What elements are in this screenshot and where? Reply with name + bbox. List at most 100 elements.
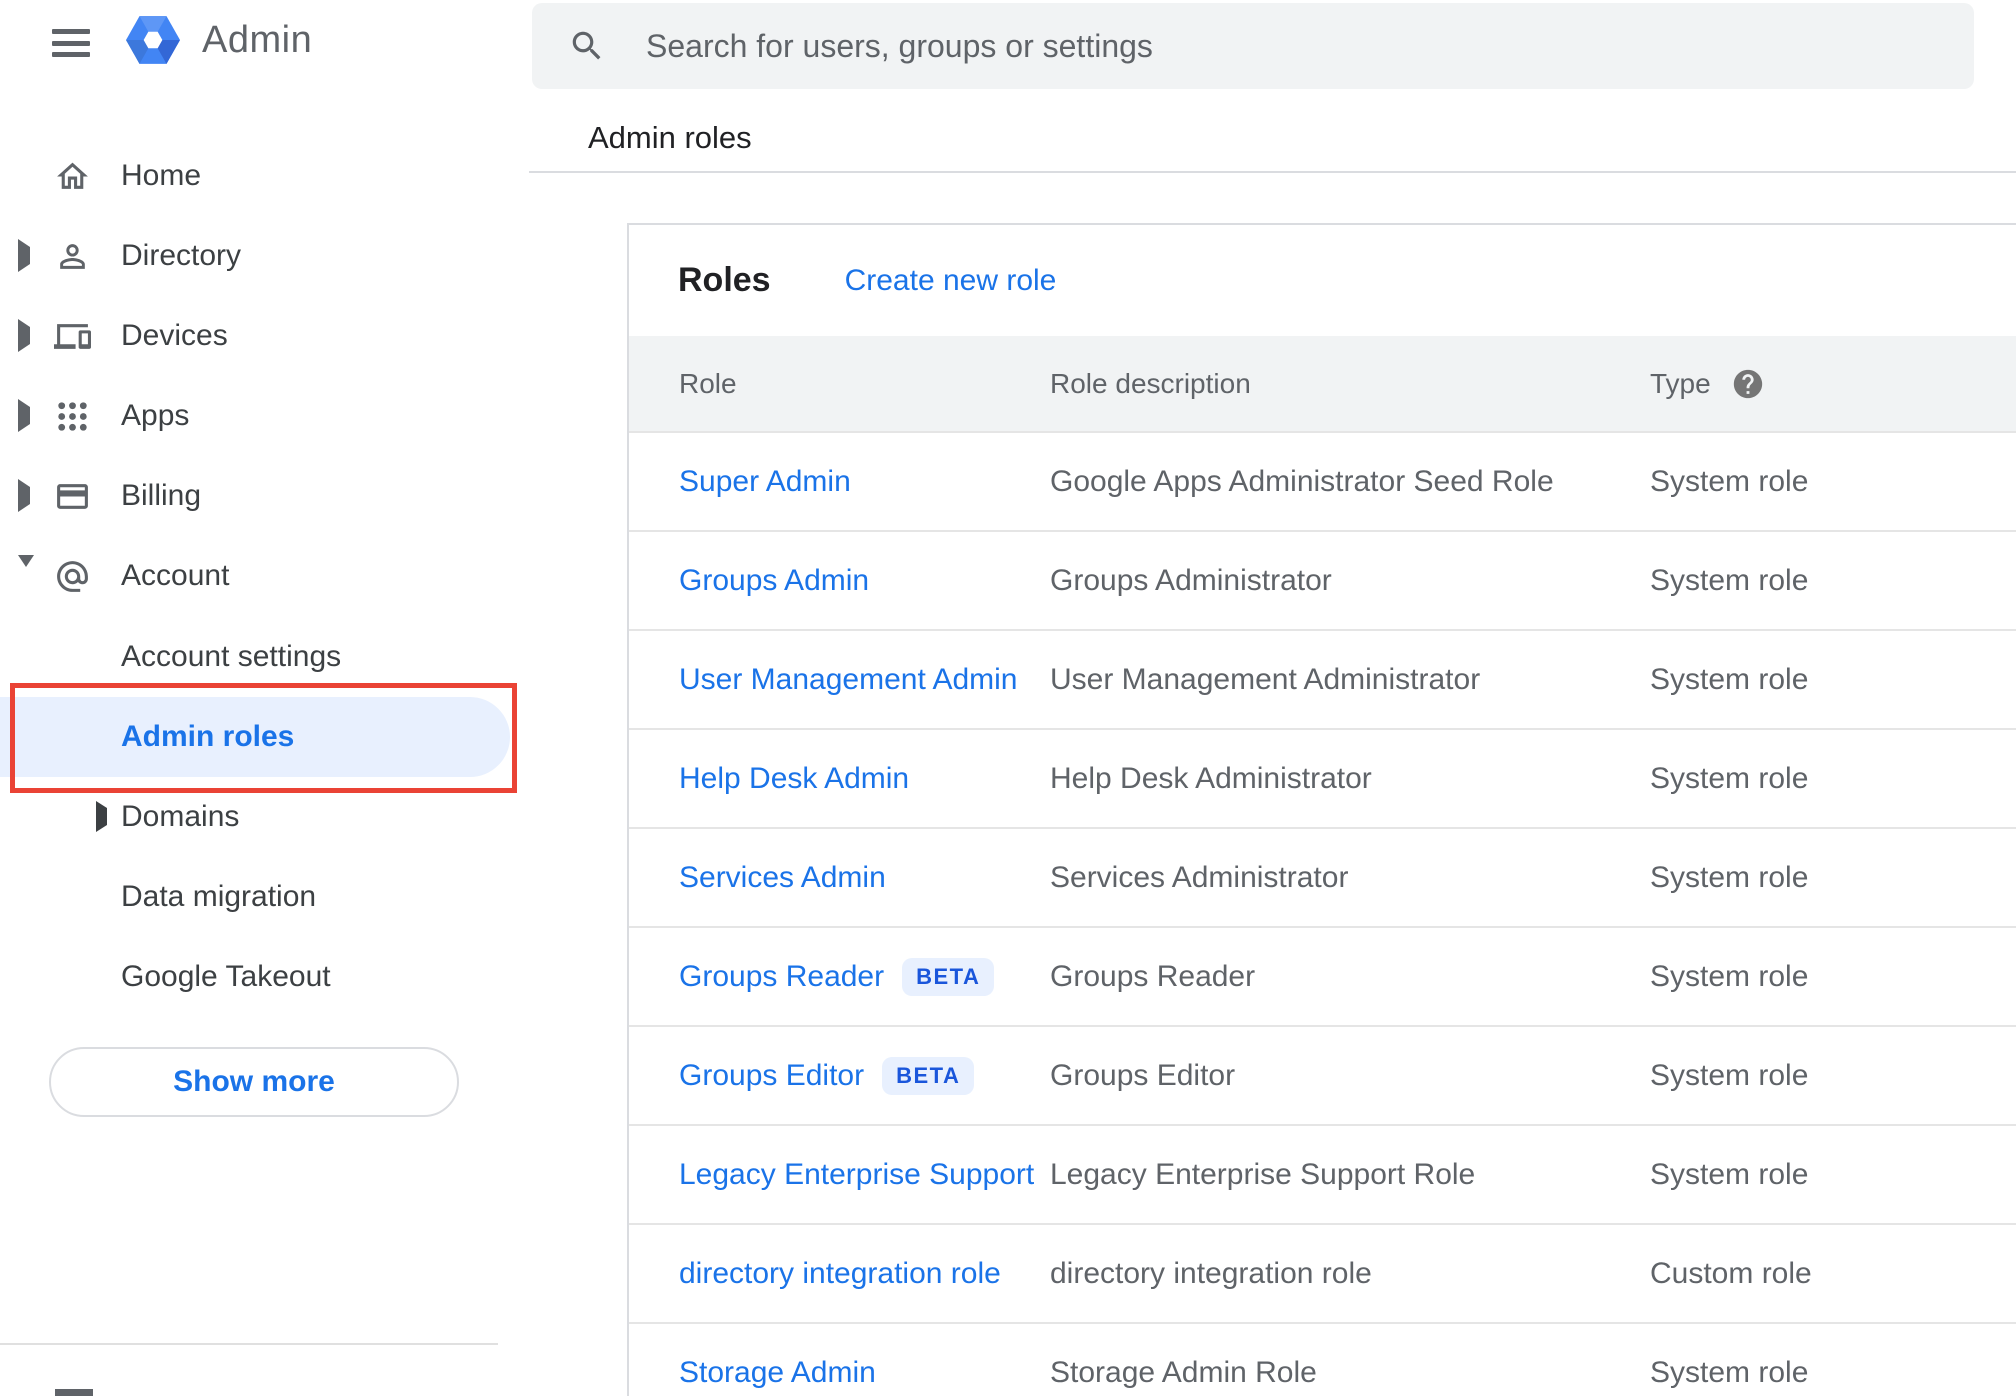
sidebar-item-apps[interactable]: Apps	[0, 376, 529, 456]
logo-text: Admin	[202, 18, 313, 61]
apps-grid-icon	[52, 396, 92, 436]
beta-badge: BETA	[902, 957, 995, 996]
sidebar-item-label: Apps	[121, 399, 190, 432]
sidebar-subitem-admin-roles[interactable]: Admin roles	[0, 697, 529, 777]
hamburger-menu-icon[interactable]	[52, 29, 90, 57]
role-link[interactable]: Storage Admin	[679, 1356, 876, 1390]
column-header-type: Type	[1650, 367, 1711, 399]
role-description: Help Desk Administrator	[1050, 761, 1372, 795]
beta-badge: BETA	[882, 1056, 975, 1095]
role-cell: Groups Reader BETA	[679, 957, 1050, 996]
create-new-role-link[interactable]: Create new role	[845, 264, 1057, 298]
admin-logo[interactable]: Admin	[126, 16, 312, 64]
role-description: Legacy Enterprise Support Role	[1050, 1157, 1476, 1191]
role-link[interactable]: Services Admin	[679, 861, 886, 895]
role-link[interactable]: Groups Editor	[679, 1059, 864, 1093]
partial-bottom-icon	[55, 1389, 93, 1396]
sidebar-item-billing[interactable]: Billing	[0, 456, 529, 536]
sidebar-item-label: Billing	[121, 479, 202, 512]
role-cell: Super Admin	[679, 465, 1050, 499]
at-sign-icon	[52, 556, 92, 596]
sidebar-subitem-google-takeout[interactable]: Google Takeout	[0, 937, 529, 1017]
role-cell: Groups Admin	[679, 564, 1050, 598]
sidebar-item-home[interactable]: Home	[0, 136, 529, 216]
table-row: Groups Admin Groups Administrator System r…	[629, 530, 2016, 629]
search-input[interactable]	[532, 3, 1974, 89]
role-description: directory integration role	[1050, 1256, 1372, 1290]
devices-icon	[52, 316, 92, 356]
search-bar[interactable]	[532, 3, 1974, 89]
table-row: Storage Admin Storage Admin Role System ro…	[629, 1322, 2016, 1396]
role-description: Storage Admin Role	[1050, 1355, 1317, 1389]
admin-hexagon-icon	[126, 16, 180, 64]
role-cell: Services Admin	[679, 861, 1050, 895]
role-link[interactable]: Groups Reader	[679, 960, 884, 994]
show-more-button[interactable]: Show more	[49, 1047, 459, 1117]
sidebar-subitem-label: Admin roles	[121, 720, 295, 753]
page-title: Roles	[678, 261, 771, 299]
sidebar-item-label: Account	[121, 559, 230, 592]
table-row: Legacy Enterprise Support Legacy Enterpri…	[629, 1124, 2016, 1223]
role-link[interactable]: Help Desk Admin	[679, 762, 909, 796]
sidebar-subitem-label: Google Takeout	[121, 960, 331, 993]
role-type: System role	[1650, 959, 1809, 993]
sidebar-subitem-label: Data migration	[121, 880, 317, 913]
sidebar-nav: Home Directory Devices Apps Billing Account	[0, 136, 529, 616]
role-description: User Management Administrator	[1050, 662, 1481, 696]
table-row: Groups Reader BETA Groups Reader System rol…	[629, 926, 2016, 1025]
role-type: System role	[1650, 1157, 1809, 1191]
role-cell: Help Desk Admin	[679, 762, 1050, 796]
sidebar-item-label: Directory	[121, 239, 242, 272]
role-type: System role	[1650, 464, 1809, 498]
role-cell: User Management Admin	[679, 663, 1050, 697]
role-description: Groups Administrator	[1050, 563, 1332, 597]
expand-arrow-icon[interactable]	[96, 801, 107, 832]
sidebar-divider	[0, 1343, 498, 1345]
role-type: System role	[1650, 761, 1809, 795]
role-link[interactable]: Legacy Enterprise Support	[679, 1158, 1034, 1192]
sidebar-item-label: Devices	[121, 319, 228, 352]
role-cell: directory integration role	[679, 1257, 1050, 1291]
sidebar-subitem-account-settings[interactable]: Account settings	[0, 617, 529, 697]
credit-card-icon	[52, 476, 92, 516]
sidebar-subitem-domains[interactable]: Domains	[0, 777, 529, 857]
expand-arrow-icon[interactable]	[18, 479, 30, 512]
role-cell: Groups Editor BETA	[679, 1056, 1050, 1095]
column-header-description: Role description	[1050, 367, 1251, 399]
expand-arrow-icon[interactable]	[18, 319, 30, 352]
role-type: System role	[1650, 662, 1809, 696]
role-link[interactable]: Super Admin	[679, 465, 851, 499]
table-header-row: Role Role description Type	[629, 336, 2016, 431]
roles-card-header: Roles Create new role	[629, 225, 2016, 336]
table-row: Groups Editor BETA Groups Editor System rol…	[629, 1025, 2016, 1124]
sidebar: Admin Home Directory Devices Apps Billing Acc…	[0, 0, 529, 1396]
role-link[interactable]: directory integration role	[679, 1257, 1001, 1291]
table-row: User Management Admin User Management Adm…	[629, 629, 2016, 728]
sidebar-item-devices[interactable]: Devices	[0, 296, 529, 376]
role-link[interactable]: Groups Admin	[679, 564, 869, 598]
breadcrumb: Admin roles	[588, 120, 752, 155]
role-type: System role	[1650, 1355, 1809, 1389]
expand-arrow-icon[interactable]	[18, 399, 30, 432]
sidebar-subitem-label: Account settings	[121, 640, 342, 673]
role-description: Groups Reader	[1050, 959, 1256, 993]
table-row: Help Desk Admin Help Desk Administrator Sy…	[629, 728, 2016, 827]
table-body: Super Admin Google Apps Administrator See…	[629, 431, 2016, 1396]
expand-arrow-icon[interactable]	[18, 239, 30, 272]
table-row: Super Admin Google Apps Administrator See…	[629, 431, 2016, 530]
person-icon	[52, 236, 92, 276]
roles-card: Roles Create new role Role Role descript…	[627, 223, 2016, 1396]
role-cell: Storage Admin	[679, 1356, 1050, 1390]
collapse-arrow-icon[interactable]	[18, 555, 34, 585]
help-icon[interactable]	[1731, 367, 1765, 401]
sidebar-item-directory[interactable]: Directory	[0, 216, 529, 296]
sidebar-subitem-label: Domains	[121, 800, 240, 833]
role-description: Google Apps Administrator Seed Role	[1050, 464, 1554, 498]
role-type: System role	[1650, 860, 1809, 894]
role-link[interactable]: User Management Admin	[679, 663, 1018, 697]
sidebar-item-account[interactable]: Account	[0, 536, 529, 616]
role-type: Custom role	[1650, 1256, 1812, 1290]
sidebar-subitem-data-migration[interactable]: Data migration	[0, 857, 529, 937]
role-type: System role	[1650, 1058, 1809, 1092]
header-divider	[529, 171, 2016, 173]
